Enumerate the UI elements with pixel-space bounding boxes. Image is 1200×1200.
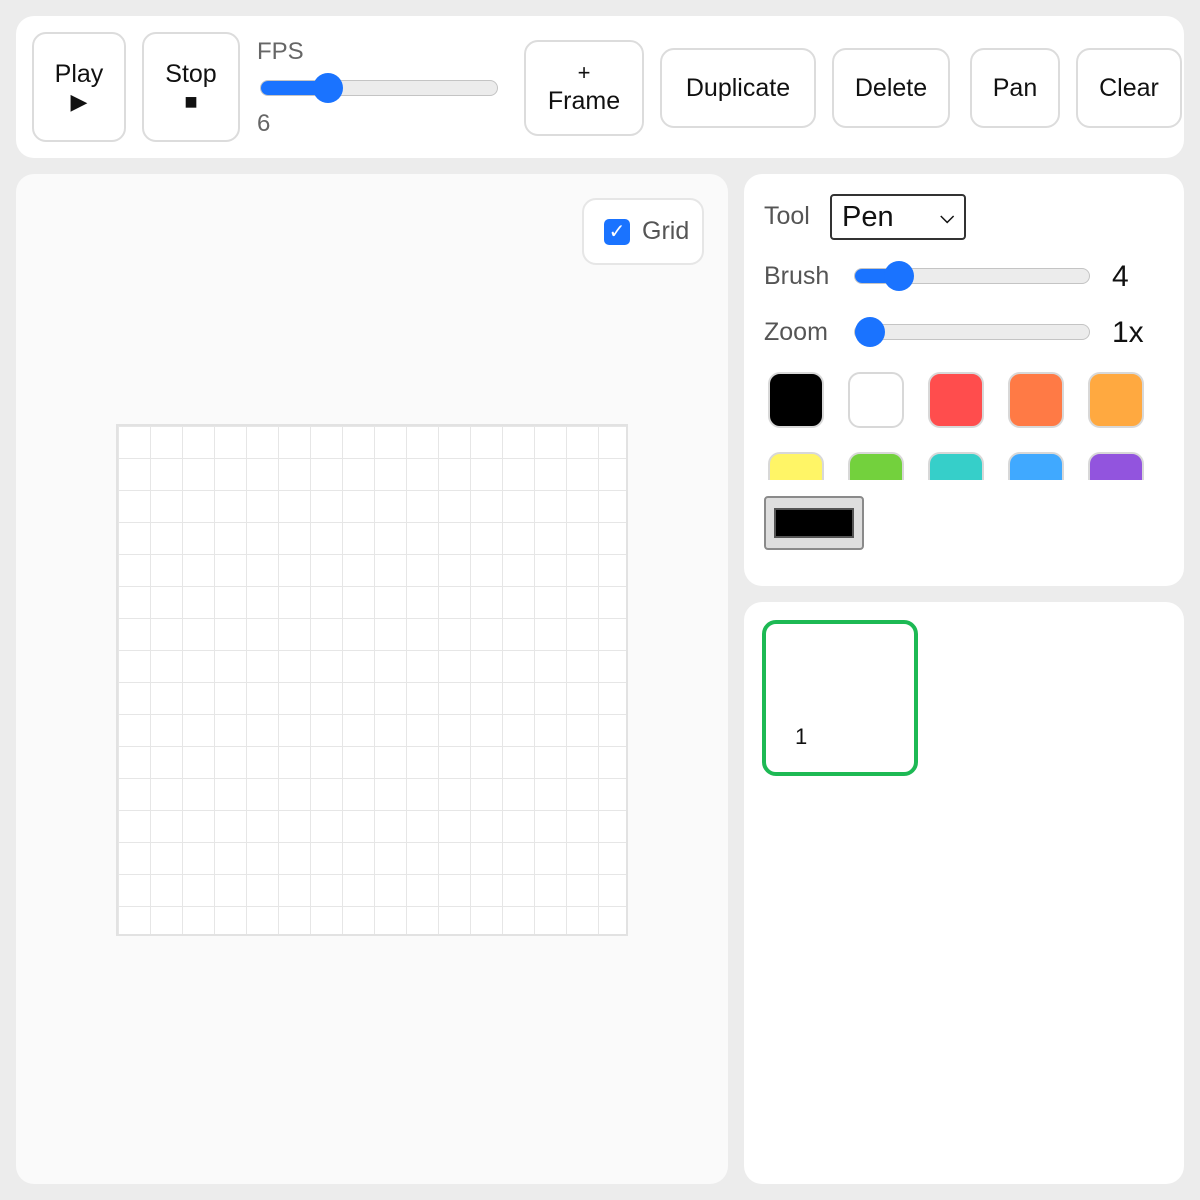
- delete-label: Delete: [854, 74, 928, 102]
- color-swatch-white[interactable]: [848, 372, 904, 428]
- toolbar: Play ▶ Stop ■ FPS 6 + Frame Duplicate De…: [16, 16, 1184, 158]
- color-swatch-red[interactable]: [928, 372, 984, 428]
- color-swatch-amber[interactable]: [1088, 372, 1144, 428]
- chevron-down-icon: ⌵: [940, 206, 954, 227]
- color-swatch-purple[interactable]: [1088, 452, 1144, 480]
- fps-value: 6: [257, 110, 271, 137]
- stop-icon: ■: [184, 89, 198, 114]
- color-swatch-orange[interactable]: [1008, 372, 1064, 428]
- zoom-value: 1x: [1112, 316, 1144, 349]
- tool-select[interactable]: Pen ⌵: [830, 194, 966, 240]
- add-frame-button[interactable]: + Frame: [524, 40, 644, 136]
- current-color-chip: [774, 508, 854, 538]
- fps-label: FPS: [257, 38, 304, 65]
- plus-icon: +: [577, 60, 591, 85]
- current-color-picker[interactable]: [764, 496, 864, 550]
- grid-toggle[interactable]: ✓ Grid: [582, 198, 704, 265]
- zoom-slider[interactable]: [854, 317, 1090, 347]
- clear-button[interactable]: Clear: [1076, 48, 1182, 128]
- drawing-canvas[interactable]: [116, 424, 628, 936]
- zoom-slider-thumb[interactable]: [855, 317, 885, 347]
- color-swatch-black[interactable]: [768, 372, 824, 428]
- pan-button[interactable]: Pan: [970, 48, 1060, 128]
- grid-checkbox[interactable]: ✓: [604, 218, 630, 245]
- pan-label: Pan: [992, 74, 1038, 102]
- palette-overflow-row: [744, 452, 1184, 480]
- play-button[interactable]: Play ▶: [32, 32, 126, 142]
- tool-label: Tool: [764, 202, 810, 230]
- duplicate-label: Duplicate: [685, 74, 791, 102]
- frames-panel: 1: [744, 602, 1184, 1184]
- frame-thumbnail[interactable]: 1: [762, 620, 918, 776]
- brush-value: 4: [1112, 260, 1129, 293]
- color-swatch-yellow[interactable]: [768, 452, 824, 480]
- stop-label: Stop: [165, 60, 217, 88]
- clear-label: Clear: [1099, 74, 1159, 102]
- brush-slider-thumb[interactable]: [883, 261, 914, 291]
- delete-button[interactable]: Delete: [832, 48, 950, 128]
- brush-label: Brush: [764, 262, 830, 290]
- tool-select-value: Pen: [842, 200, 894, 233]
- add-frame-label: Frame: [547, 87, 621, 115]
- duplicate-button[interactable]: Duplicate: [660, 48, 816, 128]
- brush-slider[interactable]: [854, 261, 1090, 291]
- fps-slider-thumb[interactable]: [312, 73, 343, 103]
- frame-number: 1: [795, 724, 808, 749]
- canvas-panel: ✓ Grid: [16, 174, 728, 1184]
- color-swatch-green[interactable]: [848, 452, 904, 480]
- color-swatch-teal[interactable]: [928, 452, 984, 480]
- zoom-label: Zoom: [764, 318, 828, 346]
- color-swatch-blue[interactable]: [1008, 452, 1064, 480]
- fps-slider[interactable]: [260, 73, 498, 103]
- play-label: Play: [54, 60, 104, 88]
- tools-panel: Tool Pen ⌵ Brush 4 Zoom 1x: [744, 174, 1184, 586]
- stop-button[interactable]: Stop ■: [142, 32, 240, 142]
- grid-label: Grid: [642, 217, 690, 245]
- play-icon: ▶: [70, 89, 88, 114]
